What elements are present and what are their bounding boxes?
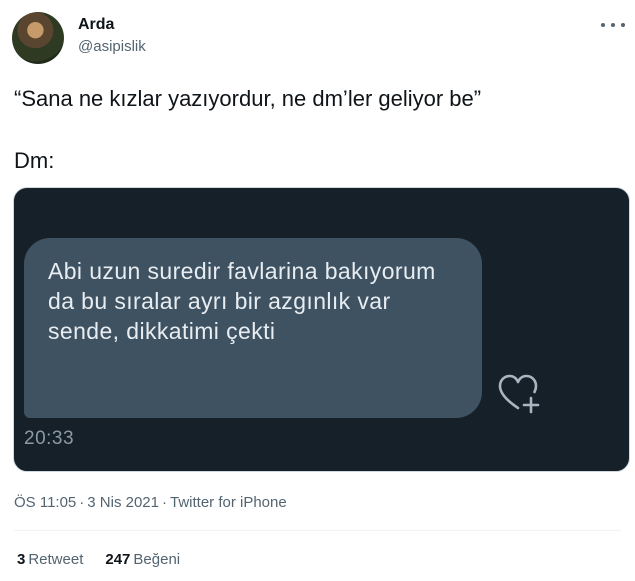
likes-count: 247 — [105, 551, 131, 568]
message-bubble: Abi uzun suredir favlarina bakıyorum da … — [24, 238, 482, 418]
message-time: 20:33 — [24, 428, 75, 449]
separator: · — [161, 494, 167, 511]
tweet-source[interactable]: Twitter for iPhone — [170, 494, 287, 511]
tweet-dm-label: Dm: — [14, 148, 55, 173]
dot — [601, 23, 605, 27]
separator: · — [79, 494, 85, 511]
tweet-date[interactable]: 3 Nis 2021 — [87, 494, 159, 511]
avatar[interactable] — [12, 12, 64, 64]
dot — [611, 23, 615, 27]
likes-label: Beğeni — [133, 551, 181, 568]
author-name[interactable]: Arda — [78, 16, 114, 34]
likes-stat[interactable]: 247 Beğeni — [105, 551, 180, 568]
retweets-stat[interactable]: 3 Retweet — [17, 551, 83, 568]
divider — [14, 530, 621, 531]
dot — [621, 23, 625, 27]
message-text: Abi uzun suredir favlarina bakıyorum da … — [48, 258, 436, 344]
tweet-meta: ÖS 11:05 · 3 Nis 2021 · Twitter for iPhone — [14, 494, 287, 511]
retweets-label: Retweet — [28, 551, 84, 568]
tweet-quote: “Sana ne kızlar yazıyordur, ne dm’ler ge… — [14, 86, 482, 111]
tweet-stats: 3 Retweet 247 Beğeni — [17, 551, 180, 568]
heart-plus-icon[interactable] — [498, 374, 542, 414]
dm-screenshot-image[interactable]: Abi uzun suredir favlarina bakıyorum da … — [13, 187, 630, 472]
tweet-time[interactable]: ÖS 11:05 — [14, 494, 76, 511]
more-options-icon[interactable] — [601, 18, 625, 32]
retweets-count: 3 — [17, 551, 26, 568]
author-handle[interactable]: @asipislik — [78, 38, 146, 55]
